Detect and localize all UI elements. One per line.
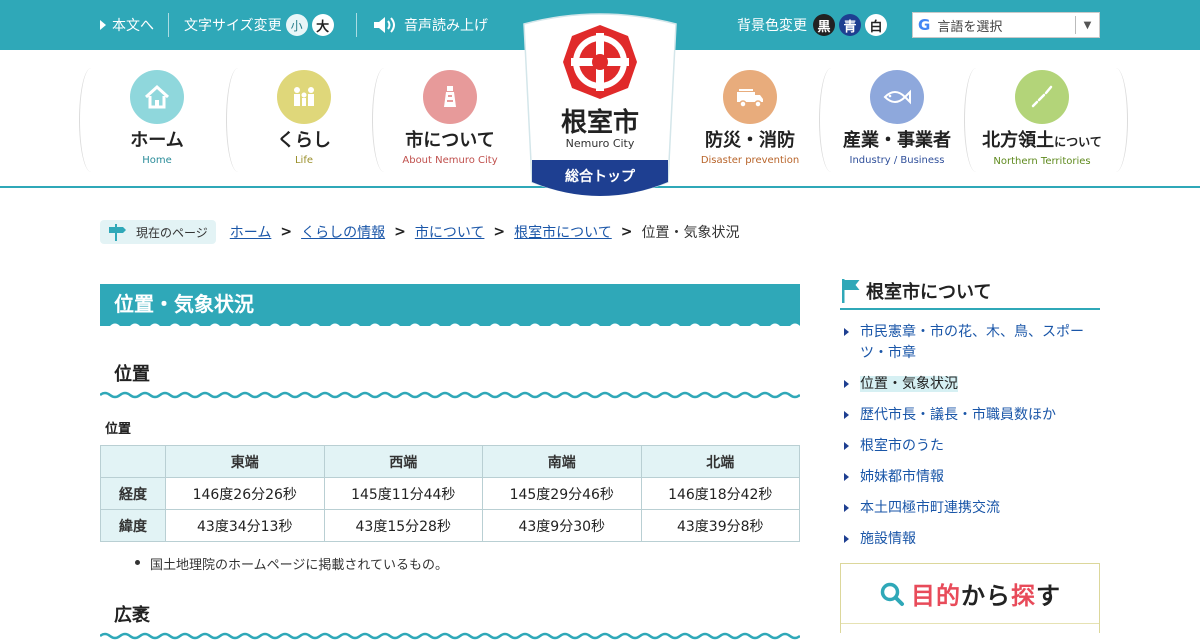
arrow-right-icon [844, 504, 849, 512]
bullet-icon [135, 560, 140, 565]
breadcrumb-link-home[interactable]: ホーム [230, 222, 272, 242]
home-icon [130, 70, 184, 124]
sidebar-item[interactable]: 本土四極市町連携交流 [840, 498, 1100, 519]
nav-home[interactable]: ホーム Home [79, 68, 227, 180]
sidebar-item[interactable]: 市民憲章・市の花、木、鳥、スポーツ・市章 [840, 322, 1100, 364]
arrow-right-icon [100, 20, 106, 30]
table-note: 国土地理院のホームページに掲載されているもの。 [100, 554, 800, 573]
breadcrumb-link-about-city[interactable]: 市について [415, 222, 485, 242]
col-north: 北端 [640, 445, 800, 478]
section-heading-extent: 広袤 [114, 605, 150, 626]
divider [168, 13, 169, 37]
table-row: 緯度 43度34分13秒 43度15分28秒 43度9分30秒 43度39分8秒 [100, 509, 800, 542]
city-name: 根室市 [560, 108, 639, 138]
sidebar-item[interactable]: 施設情報 [840, 529, 1100, 550]
nav-industry[interactable]: 産業・事業者 Industry / Business [819, 68, 967, 180]
language-select[interactable]: G 言語を選択 ▼ [912, 12, 1100, 38]
wave-divider [100, 322, 800, 332]
nav-disaster[interactable]: 防災・消防 Disaster prevention [680, 70, 820, 180]
font-large-button[interactable]: 大 [311, 14, 334, 36]
sidebar-item-current[interactable]: 位置・気象状況 [840, 374, 1100, 395]
bg-color-control: 背景色変更 黒 青 白 [737, 0, 887, 50]
col-east: 東端 [165, 445, 325, 478]
arrow-right-icon [844, 328, 849, 336]
location-table: 東端 西端 南端 北端 経度 146度26分26秒 145度11分44秒 145… [100, 445, 800, 542]
nav-about-city[interactable]: 市について About Nemuro City [372, 68, 520, 180]
lighthouse-icon [423, 70, 477, 124]
fire-truck-icon [723, 70, 777, 124]
speech-button[interactable]: 音声読み上げ [372, 0, 488, 50]
font-small-button[interactable]: 小 [285, 14, 308, 36]
sidebar-title: 根室市について [840, 274, 1100, 310]
breadcrumb-current: 位置・気象状況 [641, 225, 740, 241]
sidebar-item[interactable]: 姉妹都市情報 [840, 467, 1100, 488]
search-by-purpose[interactable]: 目的 から探す [840, 563, 1100, 633]
islands-icon [1015, 70, 1069, 124]
divider [356, 13, 357, 37]
main-content: 位置・気象状況 位置 位置 東端 西端 南端 北端 経度 146度26分26秒 … [100, 284, 800, 641]
wave-underline [100, 632, 800, 640]
section-heading-location: 位置 [114, 364, 150, 385]
sidebar: 根室市について 市民憲章・市の花、木、鳥、スポーツ・市章 位置・気象状況 歴代市… [840, 274, 1100, 633]
arrow-right-icon [844, 411, 849, 419]
sidebar-links: 市民憲章・市の花、木、鳥、スポーツ・市章 位置・気象状況 歴代市長・議長・市職員… [840, 322, 1100, 550]
family-icon [277, 70, 331, 124]
city-name-en: Nemuro City [565, 137, 635, 150]
sidebar-item[interactable]: 根室市のうた [840, 436, 1100, 457]
fish-icon [870, 70, 924, 124]
breadcrumb: 現在のページ ホーム > くらしの情報 > 市について > 根室市について > … [100, 220, 739, 244]
signpost-icon [109, 224, 126, 241]
skip-to-content-link[interactable]: 本文へ [100, 0, 154, 50]
nav-life[interactable]: くらし Life [226, 68, 374, 180]
arrow-right-icon [844, 442, 849, 450]
bg-white-button[interactable]: 白 [865, 14, 887, 36]
table-row: 経度 146度26分26秒 145度11分44秒 145度29分46秒 146度… [100, 477, 800, 510]
dropdown-arrow-icon: ▼ [1075, 16, 1099, 34]
search-icon [880, 582, 904, 606]
nav-northern-territories[interactable]: 北方領土について Northern Territories [964, 68, 1112, 180]
bg-blue-button[interactable]: 青 [839, 14, 861, 36]
col-west: 西端 [323, 445, 483, 478]
top-page-link[interactable]: 総合トップ [533, 160, 667, 194]
sidebar-item[interactable]: 歴代市長・議長・市職員数ほか [840, 405, 1100, 426]
page-title: 位置・気象状況 [100, 284, 800, 324]
bg-black-button[interactable]: 黒 [813, 14, 835, 36]
current-page-badge: 現在のページ [100, 220, 216, 244]
city-emblem-icon [563, 25, 637, 99]
site-logo[interactable]: 根室市 Nemuro City 総合トップ [520, 10, 680, 206]
speaker-icon [374, 17, 395, 33]
google-icon: G [918, 16, 931, 34]
breadcrumb-link-life-info[interactable]: くらしの情報 [301, 222, 385, 242]
col-south: 南端 [482, 445, 642, 478]
arrow-right-icon [844, 535, 849, 543]
table-caption: 位置 [105, 422, 132, 437]
breadcrumb-link-about-nemuro[interactable]: 根室市について [514, 222, 612, 242]
font-size-control: 文字サイズ変更 小 大 [184, 0, 334, 50]
flag-icon [842, 279, 860, 303]
arrow-right-icon [844, 380, 849, 388]
wave-underline [100, 391, 800, 399]
arrow-right-icon [844, 473, 849, 481]
